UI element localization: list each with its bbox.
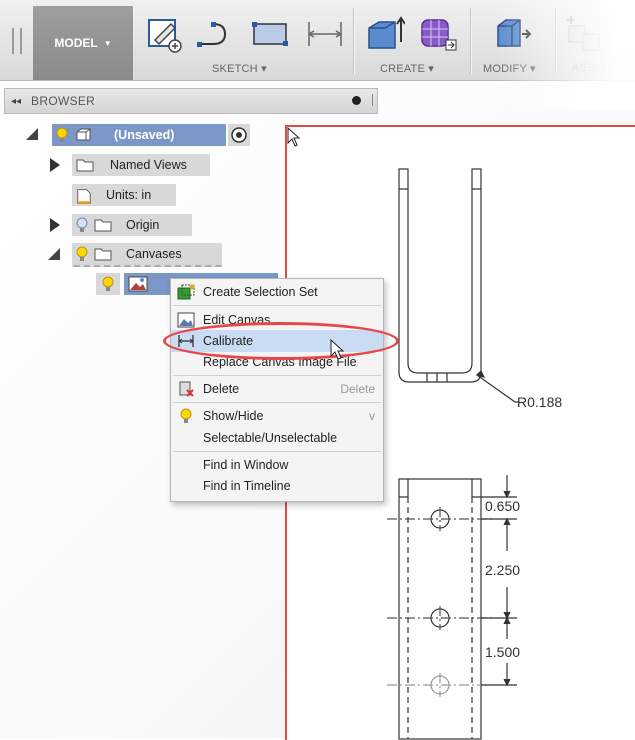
toolbar-grip[interactable] <box>12 28 22 54</box>
tree-root-node[interactable]: (Unsaved) <box>52 124 250 146</box>
bulb-icon <box>180 408 192 423</box>
pin-dot-icon[interactable] <box>352 96 361 105</box>
menu-item-label: Delete <box>203 382 240 396</box>
sketch-menu[interactable]: SKETCH ▾ <box>212 62 267 75</box>
tree-node-canvases[interactable]: Canvases <box>72 243 222 267</box>
menu-item-label: Show/Hide <box>203 409 264 423</box>
extrude-icon[interactable] <box>365 14 405 54</box>
menu-item-label: Find in Timeline <box>203 479 291 493</box>
canvases-label: Canvases <box>126 247 182 261</box>
context-menu: Create Selection Set Edit Canvas Calibra… <box>170 278 384 502</box>
collapse-arrows-icon[interactable]: ◂◂ <box>11 96 21 107</box>
selection-set-icon <box>177 284 195 300</box>
shortcut-label: Delete <box>340 382 375 396</box>
folder-icon <box>94 248 112 261</box>
mouse-pointer-icon <box>330 339 345 360</box>
menu-item-delete[interactable]: Delete Delete <box>171 378 383 400</box>
collapse-triangle-icon[interactable] <box>50 218 60 232</box>
tree-node-origin[interactable]: Origin <box>72 214 192 236</box>
modify-menu[interactable]: MODIFY ▾ <box>483 62 536 75</box>
dimension-1500: 1.500 <box>485 644 520 660</box>
menu-item-label: Create Selection Set <box>203 285 318 299</box>
lightbulb-icon[interactable] <box>56 127 68 143</box>
menu-item-label: Find in Window <box>203 458 289 472</box>
menu-item-selectable[interactable]: Selectable/Unselectable <box>171 427 383 449</box>
create-menu[interactable]: CREATE ▾ <box>380 62 434 75</box>
workspace-label: MODEL <box>54 36 98 50</box>
collapse-triangle-icon[interactable] <box>50 158 60 172</box>
highlight-ring <box>163 322 399 360</box>
root-label: (Unsaved) <box>114 128 175 142</box>
lightbulb-off-icon[interactable] <box>76 217 88 233</box>
menu-item-find-in-timeline[interactable]: Find in Timeline <box>171 475 383 497</box>
menu-item-create-selection-set[interactable]: Create Selection Set <box>171 281 383 303</box>
form-icon[interactable] <box>418 14 458 54</box>
component-box-icon <box>76 128 91 141</box>
rectangle-tool-icon[interactable] <box>250 14 290 54</box>
workspace-switcher-button[interactable]: MODEL ▼ <box>33 6 133 80</box>
new-component-icon[interactable] <box>565 14 605 54</box>
canvas-icon <box>177 312 195 328</box>
expand-triangle-icon[interactable] <box>48 248 60 260</box>
delete-icon <box>179 381 194 397</box>
dimension-0650: 0.650 <box>485 498 520 514</box>
browser-title: BROWSER <box>31 94 96 108</box>
browser-panel-header[interactable]: ◂◂ BROWSER <box>4 88 378 114</box>
origin-label: Origin <box>126 218 160 232</box>
mouse-pointer-icon <box>287 127 301 147</box>
dropdown-arrow-icon: ▼ <box>103 38 112 48</box>
menu-item-show-hide[interactable]: Show/Hide v <box>171 405 383 427</box>
lightbulb-icon[interactable] <box>102 276 114 292</box>
create-sketch-icon[interactable] <box>145 14 185 54</box>
activate-radio-icon[interactable] <box>228 124 250 146</box>
tree-node-named-views[interactable]: Named Views <box>72 154 210 176</box>
document-icon <box>77 189 91 204</box>
folder-icon <box>76 159 94 172</box>
units-label: Units: in <box>106 188 152 202</box>
folder-icon <box>94 219 112 232</box>
named-views-label: Named Views <box>110 158 187 172</box>
line-tool-icon[interactable] <box>195 14 235 54</box>
image-icon <box>128 276 148 292</box>
tree-node-units[interactable]: Units: in <box>72 184 176 206</box>
assemble-menu[interactable]: ASSEMB <box>572 62 619 74</box>
expand-triangle-icon[interactable] <box>26 128 38 140</box>
panel-divider <box>372 94 373 106</box>
lightbulb-icon[interactable] <box>76 246 88 262</box>
menu-item-label: Selectable/Unselectable <box>203 431 338 445</box>
radius-dimension: R0.188 <box>517 394 562 410</box>
toolbar: MODEL ▼ SKETCH ▾ CREATE ▾ MODIFY ▾ ASSEM… <box>0 0 635 81</box>
dimension-2250: 2.250 <box>485 562 520 578</box>
press-pull-icon[interactable] <box>492 14 532 54</box>
dimension-tool-icon[interactable] <box>305 14 345 54</box>
menu-item-find-in-window[interactable]: Find in Window <box>171 454 383 476</box>
shortcut-label: v <box>369 409 375 423</box>
